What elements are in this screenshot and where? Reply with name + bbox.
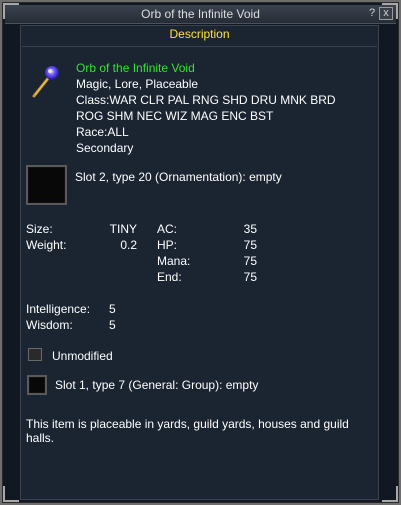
intelligence-value: 5 bbox=[109, 302, 116, 316]
unmodified-label: Unmodified bbox=[52, 349, 113, 363]
class-list: Class:WAR CLR PAL RNG SHD DRU MNK BRD bbox=[76, 93, 336, 107]
general-slot-box[interactable] bbox=[27, 375, 47, 395]
ornament-slot-box[interactable] bbox=[26, 165, 67, 205]
general-slot-label: Slot 1, type 7 (General: Group): empty bbox=[55, 378, 259, 392]
panel-header: Description bbox=[169, 27, 230, 41]
hp-label: HP: bbox=[157, 238, 178, 252]
race-list: Race:ALL bbox=[76, 125, 129, 139]
ac-label: AC: bbox=[157, 222, 178, 236]
help-icon[interactable]: ? bbox=[365, 7, 379, 20]
divider bbox=[22, 46, 377, 47]
unmodified-checkbox[interactable] bbox=[28, 348, 42, 361]
orb-staff-icon bbox=[32, 66, 59, 98]
title-bar[interactable]: Orb of the Infinite Void ? x bbox=[5, 5, 396, 24]
placeable-note-continued: halls. bbox=[26, 431, 55, 445]
ac-value: 35 bbox=[243, 222, 257, 236]
weight-value: 0.2 bbox=[120, 238, 137, 252]
corner-ornament bbox=[3, 486, 19, 502]
item-name: Orb of the Infinite Void bbox=[76, 61, 195, 75]
close-icon[interactable]: x bbox=[379, 7, 393, 20]
ornament-slot-label: Slot 2, type 20 (Ornamentation): empty bbox=[75, 170, 282, 184]
window-title: Orb of the Infinite Void bbox=[141, 7, 260, 21]
placeable-note: This item is placeable in yards, guild y… bbox=[26, 417, 349, 431]
mana-value: 75 bbox=[243, 254, 257, 268]
endurance-label: End: bbox=[157, 270, 182, 284]
mana-label: Mana: bbox=[157, 254, 191, 268]
wisdom-label: Wisdom: bbox=[26, 318, 73, 332]
size-value: TINY bbox=[109, 222, 137, 236]
weight-label: Weight: bbox=[26, 238, 67, 252]
corner-ornament bbox=[382, 486, 398, 502]
wisdom-value: 5 bbox=[109, 318, 116, 332]
item-flags: Magic, Lore, Placeable bbox=[76, 77, 199, 91]
hp-value: 75 bbox=[243, 238, 257, 252]
size-label: Size: bbox=[26, 222, 53, 236]
intelligence-label: Intelligence: bbox=[26, 302, 91, 316]
equip-slot: Secondary bbox=[76, 141, 134, 155]
endurance-value: 75 bbox=[243, 270, 257, 284]
class-list-continued: ROG SHM NEC WIZ MAG ENC BST bbox=[76, 109, 274, 123]
